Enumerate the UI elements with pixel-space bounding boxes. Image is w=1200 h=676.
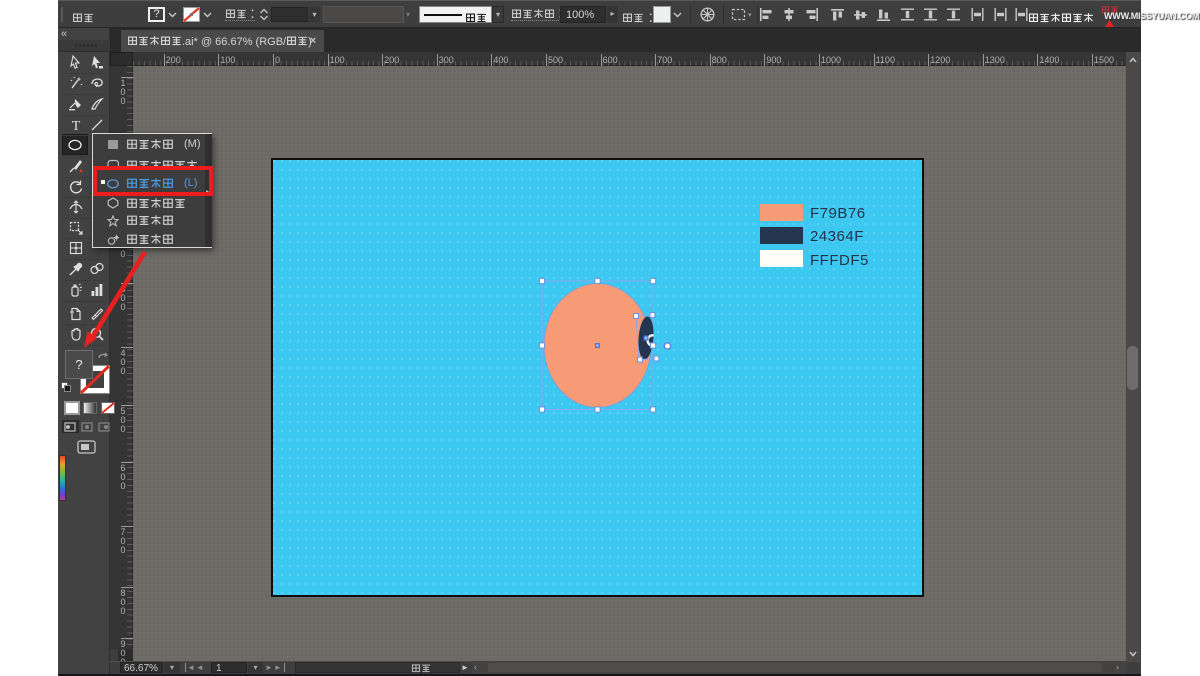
svg-text:T: T (72, 119, 81, 133)
